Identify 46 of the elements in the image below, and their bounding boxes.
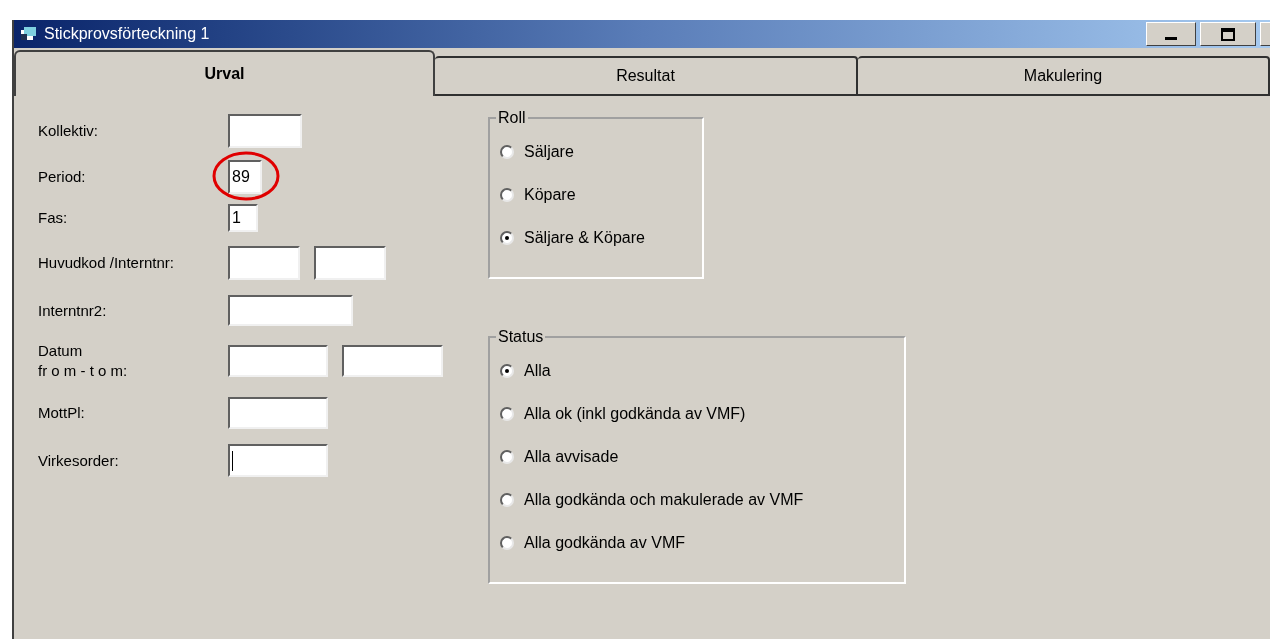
group-title: Roll — [497, 108, 527, 128]
input-field[interactable]: 89 — [228, 160, 262, 194]
field-label: Kollektiv: — [38, 121, 100, 141]
input-field[interactable] — [314, 246, 386, 280]
field-label: Interntnr2: — [38, 300, 108, 321]
radio-option[interactable]: Alla — [500, 349, 894, 392]
radio-option[interactable]: Säljare & Köpare — [500, 216, 692, 259]
group-title: Status — [497, 327, 545, 347]
tab[interactable]: Resultat — [435, 56, 858, 96]
minimize-icon — [1165, 37, 1177, 40]
field-label: Period: — [38, 167, 87, 187]
input-field[interactable] — [228, 345, 328, 377]
input-field[interactable] — [228, 444, 328, 477]
tab[interactable]: Makulering — [858, 56, 1270, 96]
radio-button[interactable] — [500, 144, 514, 159]
input-field[interactable] — [228, 114, 302, 148]
maximize-button[interactable] — [1200, 22, 1256, 46]
window-title: Stickprovsförteckning 1 — [44, 24, 210, 44]
radio-option[interactable]: Säljare — [500, 130, 692, 173]
tab[interactable]: Urval — [14, 50, 435, 96]
maximize-icon — [1221, 27, 1235, 41]
field-label: Virkesorder: — [38, 450, 120, 471]
input-field[interactable]: 1 — [228, 204, 258, 232]
input-field[interactable] — [228, 295, 353, 326]
app-icon — [20, 26, 38, 42]
radio-option[interactable]: Alla avvisade — [500, 435, 894, 478]
radio-button[interactable] — [500, 449, 514, 464]
radio-button[interactable] — [500, 406, 514, 421]
radio-option[interactable]: Alla godkända av VMF — [500, 521, 894, 564]
radio-option[interactable]: Köpare — [500, 173, 692, 216]
input-field[interactable] — [342, 345, 443, 377]
radio-option[interactable]: Alla ok (inkl godkända av VMF) — [500, 392, 894, 435]
radio-option[interactable]: Alla godkända och makulerade av VMF — [500, 478, 894, 521]
input-field[interactable] — [228, 397, 328, 429]
field-label: Huvudkod /Interntnr: — [38, 253, 175, 273]
radio-button[interactable] — [500, 363, 514, 378]
radio-button[interactable] — [500, 230, 514, 245]
field-label: Fas: — [38, 208, 69, 228]
field-label: MottPl: — [38, 403, 86, 423]
radio-button[interactable] — [500, 187, 514, 202]
radio-button[interactable] — [500, 535, 514, 550]
field-label: Datum fr o m - t o m: — [38, 341, 129, 381]
radio-button[interactable] — [500, 492, 514, 507]
minimize-button[interactable] — [1146, 22, 1196, 46]
input-field[interactable] — [228, 246, 300, 280]
text-cursor — [232, 450, 233, 471]
